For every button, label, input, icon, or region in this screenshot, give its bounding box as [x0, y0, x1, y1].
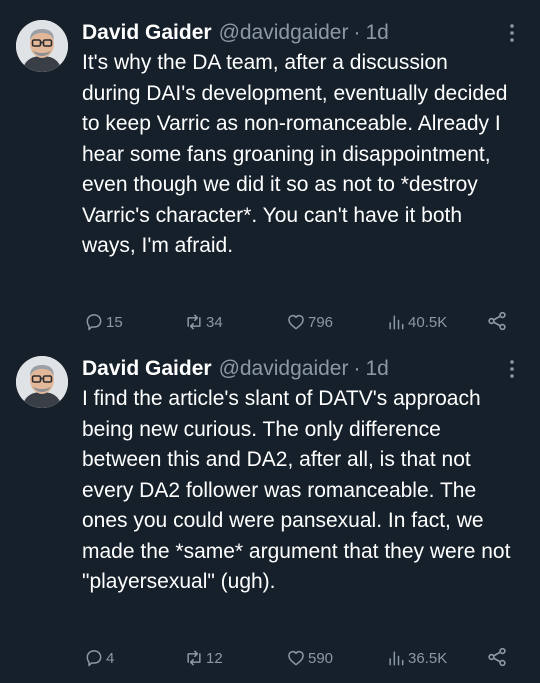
action-bar: 15 34 796 40.5K: [0, 310, 540, 334]
handle[interactable]: @davidgaider: [219, 356, 349, 382]
repost-icon: [187, 650, 201, 666]
more-dots-icon[interactable]: [500, 357, 524, 381]
repost-count: 34: [206, 313, 223, 331]
share-icon: [488, 647, 506, 667]
views-button[interactable]: 40.5K: [386, 310, 447, 334]
views-count: 36.5K: [408, 649, 448, 667]
repost-button[interactable]: 12: [184, 646, 223, 670]
tweet-header: David Gaider @davidgaider · 1d: [82, 20, 514, 46]
display-name[interactable]: David Gaider: [82, 20, 212, 46]
like-count: 796: [308, 313, 334, 331]
share-button[interactable]: [486, 646, 508, 668]
like-button[interactable]: 590: [286, 646, 333, 670]
repost-icon: [187, 314, 201, 330]
tweet-header: David Gaider @davidgaider · 1d: [82, 356, 514, 382]
avatar[interactable]: [16, 20, 68, 72]
views-count: 40.5K: [408, 313, 448, 331]
avatar-photo: [16, 356, 68, 408]
views-chart-icon: [389, 315, 404, 330]
timestamp[interactable]: 1d: [365, 20, 388, 46]
avatar-photo: [16, 20, 68, 72]
share-icon: [488, 311, 506, 331]
heart-icon: [288, 650, 304, 666]
tweet-text: I find the article's slant of DATV's app…: [82, 387, 511, 593]
tweet-text: It's why the DA team, after a discussion…: [82, 51, 508, 257]
share-button[interactable]: [486, 310, 508, 332]
reply-icon: [86, 314, 102, 331]
more-dots-icon[interactable]: [500, 21, 524, 45]
like-count: 590: [308, 649, 334, 667]
repost-button[interactable]: 34: [184, 310, 223, 334]
views-button[interactable]: 36.5K: [386, 646, 447, 670]
reply-count: 15: [106, 313, 123, 331]
handle[interactable]: @davidgaider: [219, 20, 349, 46]
reply-icon: [86, 650, 102, 667]
like-button[interactable]: 796: [286, 310, 333, 334]
separator: ·: [353, 21, 361, 44]
separator: ·: [353, 357, 361, 380]
action-bar: 4 12 590 36.5K: [0, 646, 540, 670]
tweet-content: David Gaider @davidgaider · 1d It's why …: [82, 20, 514, 262]
display-name[interactable]: David Gaider: [82, 356, 212, 382]
reply-button[interactable]: 15: [84, 310, 123, 334]
avatar[interactable]: [16, 356, 68, 408]
reply-count: 4: [106, 649, 115, 667]
tweet-content: David Gaider @davidgaider · 1d I find th…: [82, 356, 514, 598]
timestamp[interactable]: 1d: [365, 356, 388, 382]
repost-count: 12: [206, 649, 223, 667]
reply-button[interactable]: 4: [84, 646, 114, 670]
views-chart-icon: [389, 651, 404, 666]
heart-icon: [288, 314, 304, 330]
